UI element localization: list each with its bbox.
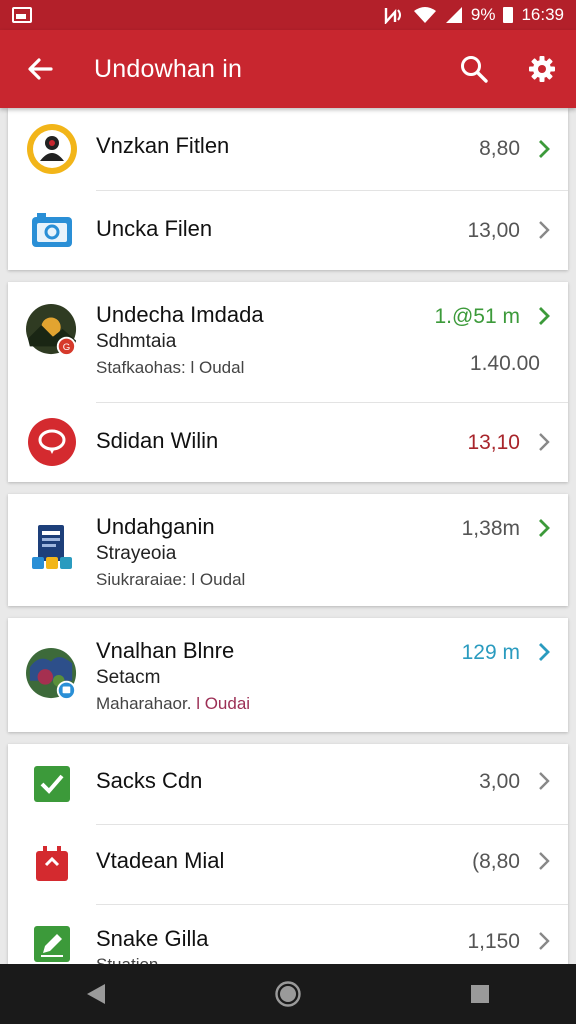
settings-button[interactable] bbox=[508, 30, 576, 108]
system-nav-bar bbox=[0, 964, 576, 1024]
back-button[interactable] bbox=[0, 30, 80, 108]
chevron-right-icon bbox=[532, 218, 556, 242]
item-value: (8,80 bbox=[472, 850, 520, 873]
item-value: 13,10 bbox=[467, 431, 520, 454]
item-value: 129 m bbox=[461, 641, 520, 664]
page-title: Undowhan in bbox=[94, 54, 243, 83]
arrow-back-icon bbox=[28, 58, 53, 80]
card-group-2: G Undecha Imdada Sdhmtaia Stafkaohas: l … bbox=[8, 282, 568, 482]
item-detail: Stafkaohas: l Oudal bbox=[96, 358, 245, 377]
item-title: Undahganin bbox=[96, 514, 215, 539]
card-group-5: Sacks Cdn 3,00 Vtadean Mial (8,80 Snake … bbox=[8, 744, 568, 964]
svg-text:G: G bbox=[63, 342, 70, 353]
list-item[interactable]: Uncka Filen 13,00 bbox=[8, 190, 568, 270]
nfc-icon bbox=[383, 6, 405, 24]
nav-back-button[interactable] bbox=[66, 964, 126, 1024]
item-title: Vnzkan Fitlen bbox=[96, 133, 230, 158]
content-list: Vnzkan Fitlen 8,80 Uncka Filen 13,00 G U… bbox=[0, 108, 576, 964]
list-item[interactable]: Snake Gilla Stuation 1,150 bbox=[8, 904, 568, 964]
list-item[interactable]: Sdidan Wilin 13,10 bbox=[8, 402, 568, 482]
clock: 16:39 bbox=[521, 5, 564, 24]
signal-icon bbox=[445, 6, 463, 24]
item-title: Sacks Cdn bbox=[96, 768, 203, 793]
chevron-right-icon bbox=[532, 304, 556, 328]
search-icon bbox=[461, 56, 488, 83]
chevron-right-icon bbox=[532, 769, 556, 793]
chevron-right-icon bbox=[532, 430, 556, 454]
list-item[interactable]: Vnzkan Fitlen 8,80 bbox=[8, 108, 568, 190]
status-icons: 9% 16:39 bbox=[383, 5, 564, 25]
checkbox-icon bbox=[26, 758, 78, 810]
item-value: 1.@51 m bbox=[434, 305, 520, 328]
item-value: 3,00 bbox=[479, 770, 520, 793]
edit-icon bbox=[26, 918, 78, 964]
circle-home-icon bbox=[275, 981, 301, 1007]
chevron-right-icon bbox=[532, 929, 556, 953]
item-detail-suffix: l Oudai bbox=[196, 694, 251, 713]
nav-home-button[interactable] bbox=[258, 964, 318, 1024]
chat-bubble-icon bbox=[26, 416, 78, 468]
item-value: 13,00 bbox=[467, 219, 520, 242]
item-value: 1,150 bbox=[467, 930, 520, 953]
chevron-right-icon bbox=[532, 516, 556, 540]
avatar-photo-icon bbox=[26, 648, 78, 700]
item-title: Uncka Filen bbox=[96, 216, 213, 241]
item-subtitle: Strayeoia bbox=[96, 543, 177, 564]
nav-recents-button[interactable] bbox=[450, 964, 510, 1024]
item-value: 8,80 bbox=[479, 137, 520, 160]
wifi-icon bbox=[413, 6, 437, 24]
item-title: Vtadean Mial bbox=[96, 848, 225, 873]
chevron-right-icon bbox=[532, 640, 556, 664]
list-item[interactable]: Sacks Cdn 3,00 bbox=[8, 744, 568, 824]
item-detail: Siukraraiae: l Oudal bbox=[96, 570, 246, 589]
chevron-right-icon bbox=[532, 137, 556, 161]
item-secondary-value: 1.40.00 bbox=[469, 352, 540, 375]
list-item[interactable]: Vnalhan Blnre Setacm Maharahaor. l Oudai… bbox=[8, 618, 568, 732]
gallery-notification-icon bbox=[12, 7, 32, 23]
calendar-icon bbox=[26, 838, 78, 890]
list-item[interactable]: G Undecha Imdada Sdhmtaia Stafkaohas: l … bbox=[8, 282, 568, 402]
gear-icon bbox=[529, 56, 555, 82]
item-value: 1,38m bbox=[461, 517, 520, 540]
item-subtitle: Stuation bbox=[96, 955, 209, 964]
card-group-3: Undahganin Strayeoia Siukraraiae: l Ouda… bbox=[8, 494, 568, 606]
battery-percent: 9% bbox=[470, 5, 496, 24]
list-item[interactable]: Undahganin Strayeoia Siukraraiae: l Ouda… bbox=[8, 494, 568, 606]
avatar-photo-icon: G bbox=[26, 304, 78, 356]
avatar-badge-icon bbox=[26, 123, 78, 175]
item-subtitle: Setacm bbox=[96, 667, 161, 688]
chevron-right-icon bbox=[532, 849, 556, 873]
search-button[interactable] bbox=[440, 30, 508, 108]
card-group-4: Vnalhan Blnre Setacm Maharahaor. l Oudai… bbox=[8, 618, 568, 732]
item-title: Vnalhan Blnre bbox=[96, 638, 235, 663]
item-title: Snake Gilla bbox=[96, 926, 209, 951]
list-item[interactable]: Vtadean Mial (8,80 bbox=[8, 824, 568, 904]
item-title: Undecha Imdada bbox=[96, 302, 264, 327]
item-title: Sdidan Wilin bbox=[96, 428, 219, 453]
app-bar: Undowhan in bbox=[0, 30, 576, 108]
camera-icon bbox=[26, 204, 78, 256]
document-icon bbox=[26, 522, 78, 574]
item-detail-prefix: Maharahaor. bbox=[96, 694, 192, 713]
triangle-back-icon bbox=[87, 984, 105, 1004]
status-bar: 9% 16:39 bbox=[0, 0, 576, 30]
square-recents-icon bbox=[471, 985, 489, 1003]
item-subtitle: Sdhmtaia bbox=[96, 331, 177, 352]
item-detail: Maharahaor. l Oudai bbox=[96, 694, 250, 714]
card-group-1: Vnzkan Fitlen 8,80 Uncka Filen 13,00 bbox=[8, 108, 568, 270]
battery-icon bbox=[503, 7, 514, 23]
